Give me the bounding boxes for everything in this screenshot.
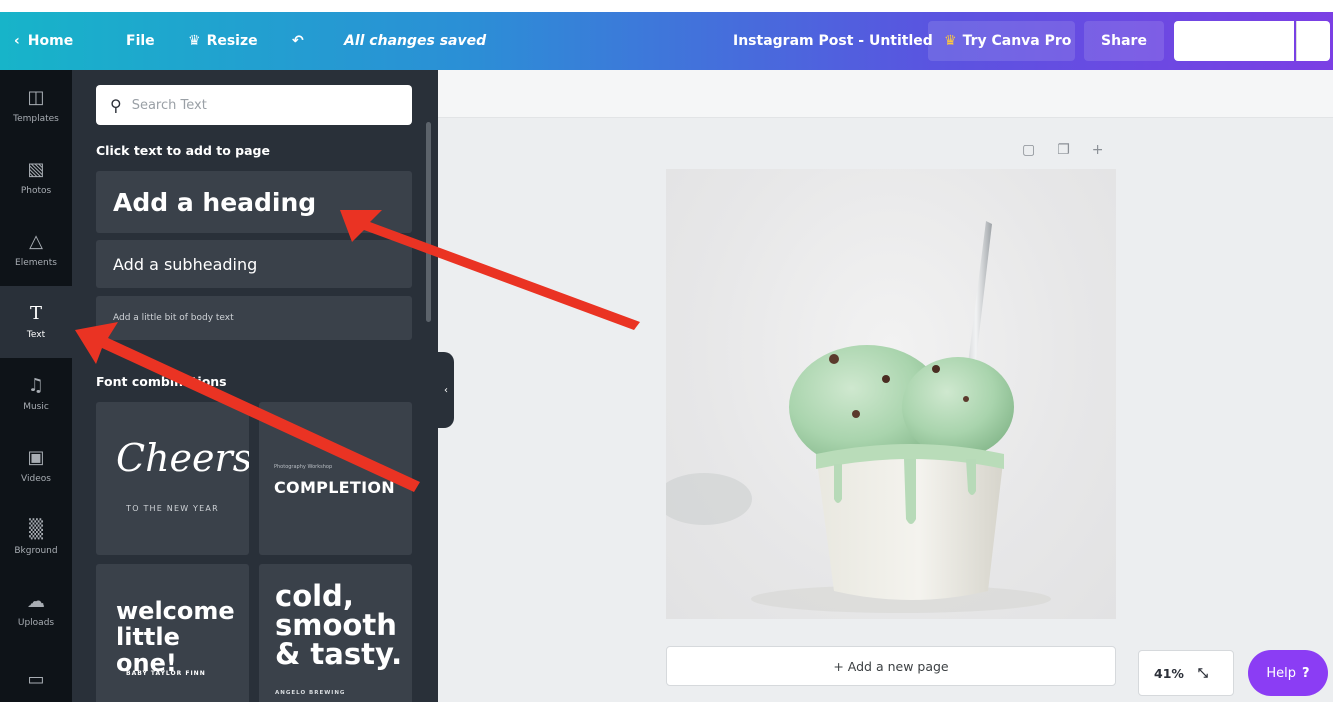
design-canvas-ice-cream-photo[interactable] — [666, 169, 1116, 619]
combo-sub-text: TO THE NEW YEAR — [126, 504, 219, 513]
elements-icon: △ — [29, 231, 43, 252]
uploads-icon: ☁ — [27, 591, 45, 612]
font-combo-card-cheers[interactable]: Cheers TO THE NEW YEAR — [96, 402, 249, 555]
combo-main-text: cold, smooth & tasty. — [275, 579, 403, 671]
search-icon: ⚲ — [110, 95, 122, 115]
background-icon: ▒ — [29, 519, 43, 540]
duplicate-page-icon[interactable]: ❐ — [1057, 142, 1070, 158]
try-pro-label: Try Canva Pro — [962, 33, 1072, 49]
side-nav-rail: ◫ Templates ▧ Photos △ Elements T Text ♫… — [0, 70, 72, 702]
click-text-label: Click text to add to page — [96, 143, 270, 158]
page-tools: ▢ ❐ + — [1022, 142, 1104, 158]
combo-main-text: welcome little one! — [116, 597, 235, 677]
help-question-icon: ? — [1302, 665, 1310, 681]
font-combo-card-completion[interactable]: Photography Workshop COMPLETION — [259, 402, 412, 555]
download-button[interactable]: ⤓ Download — [1174, 21, 1294, 61]
share-button[interactable]: Share — [1084, 21, 1164, 61]
resize-label: Resize — [206, 33, 258, 49]
zoom-level: 41% — [1154, 665, 1184, 681]
nav-item-music[interactable]: ♫ Music — [0, 358, 72, 430]
help-button[interactable]: Help ? — [1248, 650, 1328, 696]
collapse-panel-chevron-icon[interactable]: ‹ — [438, 352, 454, 428]
combo-sub-text: BABY TAYLOR FINN — [126, 670, 206, 677]
nav-item-photos[interactable]: ▧ Photos — [0, 142, 72, 214]
nav-item-elements[interactable]: △ Elements — [0, 214, 72, 286]
nav-item-background[interactable]: ▒ Bkground — [0, 502, 72, 574]
chevron-left-icon: ‹ — [14, 33, 20, 49]
home-button[interactable]: ‹ Home — [14, 12, 73, 70]
add-page-plus-icon[interactable]: + — [1092, 142, 1104, 158]
resize-button[interactable]: ♛ Resize — [188, 12, 258, 70]
canvas-workspace: ▢ ❐ + + Add a new page 41% ⤡ Help ? — [438, 70, 1333, 702]
combo-main-text: COMPLETION — [274, 478, 395, 497]
templates-icon: ◫ — [27, 87, 45, 108]
nav-item-text[interactable]: T Text — [0, 286, 72, 358]
ice-cream-photo — [666, 221, 1051, 613]
combo-main-text: Cheers — [116, 436, 249, 480]
combo-sub-text: ANGELO BREWING — [275, 690, 346, 696]
font-combo-card-welcome[interactable]: welcome little one! BABY TAYLOR FINN — [96, 564, 249, 702]
note-icon[interactable]: ▢ — [1022, 142, 1035, 158]
help-label: Help — [1266, 665, 1297, 681]
nav-item-uploads[interactable]: ☁ Uploads — [0, 574, 72, 646]
font-combinations-label: Font combinations — [96, 374, 227, 389]
videos-icon: ▣ — [27, 447, 45, 468]
expand-icon[interactable]: ⤡ — [1198, 665, 1208, 681]
text-panel: ⚲ Click text to add to page Add a headin… — [72, 70, 438, 702]
add-heading-button[interactable]: Add a heading — [96, 171, 412, 233]
font-combo-card-cold[interactable]: cold, smooth & tasty. ANGELO BREWING — [259, 564, 412, 702]
crown-icon: ♛ — [944, 33, 957, 49]
zoom-control[interactable]: 41% ⤡ — [1138, 650, 1234, 696]
undo-icon[interactable]: ↶ — [292, 12, 304, 70]
search-box[interactable]: ⚲ — [96, 85, 412, 125]
nav-item-folders[interactable]: ▭ — [0, 646, 72, 702]
add-new-page-button[interactable]: + Add a new page — [666, 646, 1116, 686]
nav-item-templates[interactable]: ◫ Templates — [0, 70, 72, 142]
download-options-chevron-down-icon[interactable]: ⌄ — [1296, 21, 1330, 61]
panel-scrollbar[interactable] — [426, 122, 431, 322]
music-icon: ♫ — [27, 375, 45, 396]
folder-icon: ▭ — [27, 669, 45, 690]
file-menu-button[interactable]: File — [126, 12, 155, 70]
document-title[interactable]: Instagram Post - Untitled — [733, 12, 933, 70]
download-icon: ⤓ — [1184, 31, 1192, 50]
add-subheading-button[interactable]: Add a subheading — [96, 240, 412, 288]
text-icon: T — [29, 303, 42, 324]
add-body-text-button[interactable]: Add a little bit of body text — [96, 296, 412, 340]
try-canva-pro-button[interactable]: ♛ Try Canva Pro — [928, 21, 1075, 61]
nav-item-videos[interactable]: ▣ Videos — [0, 430, 72, 502]
download-label: Download — [1199, 33, 1278, 49]
top-toolbar: ‹ Home File ♛ Resize ↶ All changes saved… — [0, 12, 1333, 70]
save-status: All changes saved — [344, 33, 487, 49]
photos-icon: ▧ — [27, 159, 45, 180]
combo-tiny-text: Photography Workshop — [274, 464, 333, 470]
crown-icon: ♛ — [188, 33, 201, 49]
search-input[interactable] — [131, 97, 392, 113]
home-label: Home — [27, 33, 74, 49]
workspace-header-strip — [438, 70, 1333, 118]
